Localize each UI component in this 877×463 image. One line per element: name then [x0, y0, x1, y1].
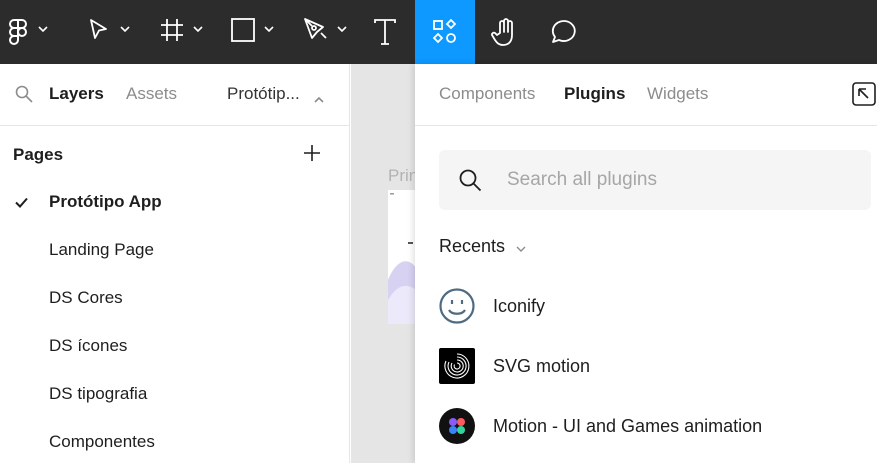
chevron-down-icon: [193, 26, 203, 33]
comment-bubble-icon: [550, 18, 578, 46]
layers-panel: Layers Assets Protótip... Pages Protótip…: [0, 64, 350, 463]
pages-header: Pages: [0, 126, 350, 182]
pen-tool-button[interactable]: [292, 0, 354, 64]
text-tool-button[interactable]: [360, 0, 410, 64]
page-item-prototipo-app[interactable]: Protótipo App: [0, 178, 350, 226]
frame-title[interactable]: Prin: [388, 166, 415, 186]
plugin-item-svg-motion[interactable]: SVG motion: [439, 342, 869, 390]
chevron-down-icon: [264, 26, 274, 33]
search-placeholder: Search all plugins: [507, 169, 657, 190]
page-item-landing-page[interactable]: Landing Page: [0, 226, 350, 274]
chevron-up-icon[interactable]: [314, 90, 324, 108]
chevron-down-icon: [120, 26, 130, 33]
page-switcher[interactable]: Protótip...: [227, 84, 300, 104]
chevron-down-icon: [516, 237, 526, 258]
page-label: Protótipo App: [49, 192, 162, 211]
recents-dropdown[interactable]: Recents: [439, 236, 526, 258]
frame-tool-button[interactable]: [148, 0, 210, 64]
collapse-panel-icon[interactable]: [852, 82, 876, 111]
figma-logo-icon: [8, 18, 28, 46]
plugin-name: Iconify: [493, 296, 546, 316]
main-menu-button[interactable]: [0, 0, 62, 64]
recents-label: Recents: [439, 236, 506, 256]
resources-panel: Components Plugins Widgets Search all pl…: [415, 64, 877, 463]
motion-logo-icon: [439, 408, 475, 444]
plugin-name: Motion - UI and Games animation: [493, 416, 763, 436]
tab-assets[interactable]: Assets: [126, 84, 177, 104]
resources-tool-button[interactable]: [415, 0, 475, 64]
add-page-icon[interactable]: [303, 144, 321, 167]
page-item-ds-icones[interactable]: DS ícones: [0, 322, 350, 370]
pages-title: Pages: [13, 145, 64, 164]
plugin-search-field[interactable]: Search all plugins: [439, 150, 871, 210]
resources-tabs: Components Plugins Widgets: [415, 64, 877, 126]
left-panel-tabs: Layers Assets Protótip...: [0, 64, 350, 126]
tab-layers[interactable]: Layers: [49, 84, 104, 104]
page-label: DS Cores: [49, 288, 123, 307]
page-item-ds-tipografia[interactable]: DS tipografia: [0, 370, 350, 418]
move-tool-button[interactable]: [76, 0, 138, 64]
page-label: Landing Page: [49, 240, 154, 259]
text-t-icon: [373, 18, 397, 46]
resources-icon: [432, 19, 458, 45]
page-label: Componentes: [49, 432, 155, 451]
tab-plugins[interactable]: Plugins: [564, 84, 625, 104]
chevron-down-icon: [38, 26, 48, 33]
tab-widgets[interactable]: Widgets: [647, 84, 708, 104]
hand-icon: [491, 17, 519, 47]
page-item-ds-cores[interactable]: DS Cores: [0, 274, 350, 322]
plugin-item-iconify[interactable]: Iconify: [439, 282, 869, 330]
shape-tool-button[interactable]: [220, 0, 282, 64]
search-icon[interactable]: [15, 85, 33, 108]
tab-components[interactable]: Components: [439, 84, 535, 104]
canvas[interactable]: Prin: [351, 64, 415, 463]
checkmark-icon: [15, 195, 28, 213]
pen-icon: [302, 16, 330, 44]
page-label: DS ícones: [49, 336, 128, 355]
svg-motion-swirl-icon: [439, 348, 475, 384]
iconify-smiley-icon: [439, 288, 475, 324]
hand-tool-button[interactable]: [480, 0, 530, 64]
cursor-icon: [88, 18, 110, 42]
page-label: DS tipografia: [49, 384, 148, 403]
frame-thumbnail[interactable]: [388, 190, 415, 324]
plugin-item-motion[interactable]: Motion - UI and Games animation: [439, 402, 869, 450]
rectangle-icon: [231, 18, 255, 42]
toolbar: [0, 0, 877, 64]
plugin-name: SVG motion: [493, 356, 591, 376]
comment-tool-button[interactable]: [538, 0, 590, 64]
chevron-down-icon: [337, 26, 347, 33]
frame-grid-icon: [159, 17, 185, 43]
search-icon: [458, 168, 482, 197]
page-item-componentes[interactable]: Componentes: [0, 418, 350, 463]
